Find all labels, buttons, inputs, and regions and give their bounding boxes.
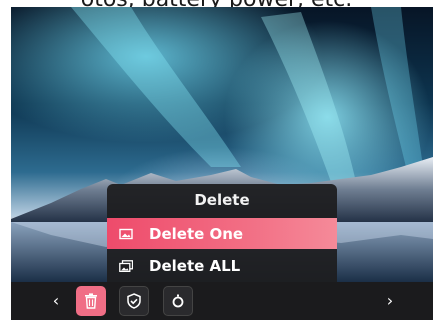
trash-icon (85, 293, 97, 309)
delete-menu: Delete Delete One Delete ALL (107, 184, 337, 282)
menu-title: Delete (194, 191, 250, 209)
next-button[interactable]: › (380, 291, 400, 311)
camera-lens-icon (172, 294, 184, 308)
multiple-images-icon (119, 259, 133, 272)
delete-one-label: Delete One (149, 224, 244, 243)
shield-check-icon (127, 293, 141, 309)
delete-one-option[interactable]: Delete One (107, 218, 337, 249)
delete-all-option[interactable]: Delete ALL (107, 250, 337, 281)
previous-button[interactable]: ‹ (46, 291, 66, 311)
camera-tool-button[interactable] (163, 286, 193, 316)
delete-tool-button[interactable] (76, 286, 106, 316)
protect-tool-button[interactable] (119, 286, 149, 316)
delete-all-label: Delete ALL (149, 256, 241, 275)
photo-viewer: Delete Delete One Delete ALL ‹ › (11, 7, 433, 320)
single-image-icon (119, 228, 133, 239)
bottom-toolbar: ‹ › (11, 282, 433, 320)
